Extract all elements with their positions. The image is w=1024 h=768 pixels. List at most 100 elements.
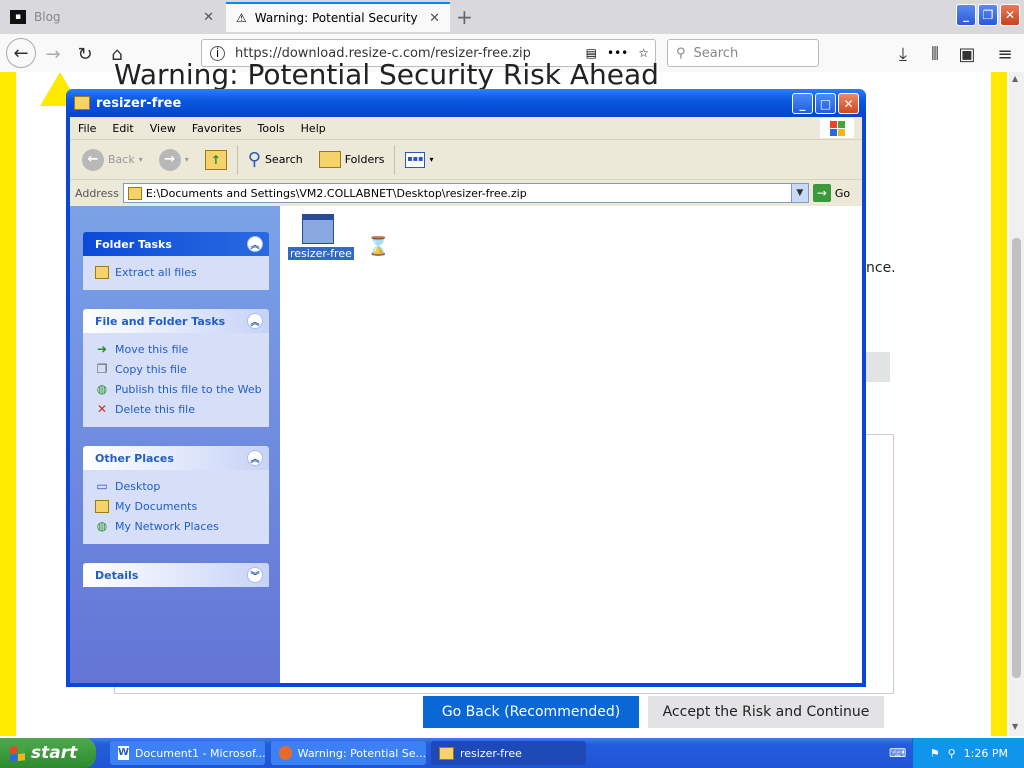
- go-button[interactable]: → Go: [812, 184, 850, 202]
- folders-button[interactable]: Folders: [313, 145, 391, 175]
- page-text-fragment: nce.: [866, 260, 896, 276]
- up-folder-button[interactable]: ↑: [199, 145, 233, 175]
- task-label: Publish this file to the Web: [115, 382, 262, 396]
- clock[interactable]: 1:26 PM: [964, 747, 1008, 760]
- task-copy-file[interactable]: ❐ Copy this file: [95, 359, 269, 379]
- panel-title: Folder Tasks: [95, 237, 172, 251]
- task-move-file[interactable]: ➜ Move this file: [95, 339, 269, 359]
- folder-tasks-header[interactable]: Folder Tasks ︽: [83, 232, 269, 256]
- tab-blog[interactable]: ▪ Blog ✕: [0, 2, 224, 32]
- minimize-button[interactable]: _: [956, 4, 976, 26]
- restore-button[interactable]: ❐: [978, 4, 998, 26]
- collapse-chevron-icon[interactable]: ︽: [247, 450, 263, 466]
- search-tray-icon[interactable]: ⚲: [948, 747, 956, 760]
- task-delete-file[interactable]: ✕ Delete this file: [95, 399, 269, 419]
- menu-edit[interactable]: Edit: [104, 122, 141, 135]
- page-scrollbar[interactable]: ▲ ▼: [1009, 72, 1024, 736]
- windows-logo-icon: [820, 118, 854, 138]
- place-label: My Documents: [115, 499, 198, 513]
- search-placeholder: Search: [693, 45, 739, 61]
- forward-button[interactable]: → ▾: [153, 145, 195, 175]
- page-title: Warning: Potential Security Risk Ahead: [114, 58, 659, 91]
- menu-tools[interactable]: Tools: [250, 122, 293, 135]
- browser-tab-strip: ▪ Blog ✕ ⚠ Warning: Potential Security R…: [0, 0, 1024, 34]
- advanced-panel-edge: [866, 352, 890, 382]
- go-back-button[interactable]: Go Back (Recommended): [423, 696, 639, 728]
- explorer-minimize-button[interactable]: _: [792, 93, 813, 114]
- details-header[interactable]: Details ︾: [83, 563, 269, 587]
- address-label: Address: [75, 186, 119, 200]
- menu-button[interactable]: ≡: [992, 42, 1018, 66]
- busy-cursor-icon: ⌛: [367, 236, 390, 257]
- network-places-icon: ◍: [96, 519, 108, 533]
- close-tab-icon[interactable]: ✕: [203, 10, 214, 25]
- network-icon[interactable]: ⚑: [930, 747, 940, 760]
- windows-flag-icon: [10, 744, 25, 762]
- other-places-header[interactable]: Other Places ︽: [83, 446, 269, 470]
- task-resizer-free[interactable]: resizer-free: [431, 741, 586, 765]
- menu-view[interactable]: View: [142, 122, 184, 135]
- reload-button[interactable]: ↻: [72, 42, 98, 66]
- warning-stripe-left: [0, 72, 16, 736]
- tab-warning[interactable]: ⚠ Warning: Potential Security Risk Ahead…: [226, 2, 450, 32]
- other-places-panel: Other Places ︽ ▭ Desktop My Documents ◍ …: [83, 446, 269, 544]
- close-tab-icon[interactable]: ✕: [429, 11, 440, 26]
- task-extract-all[interactable]: Extract all files: [95, 262, 269, 282]
- sidebar-icon: ▣: [958, 43, 976, 65]
- views-grid-icon: ▪▪▪: [405, 151, 426, 168]
- collapse-chevron-icon[interactable]: ︽: [247, 236, 263, 252]
- forward-arrow-icon: →: [158, 148, 181, 171]
- plus-icon: +: [456, 5, 473, 29]
- menu-favorites[interactable]: Favorites: [184, 122, 250, 135]
- back-button[interactable]: ← Back ▾: [76, 145, 149, 175]
- task-label: Copy this file: [115, 362, 187, 376]
- file-name-label[interactable]: resizer-free: [288, 247, 354, 260]
- panel-title: File and Folder Tasks: [95, 314, 226, 328]
- search-field[interactable]: ⚲ Search: [667, 39, 819, 67]
- forward-button[interactable]: →: [40, 42, 66, 66]
- search-label: Search: [264, 153, 303, 166]
- scrollbar-thumb[interactable]: [1012, 238, 1021, 678]
- keyboard-icon[interactable]: ⌨: [889, 746, 906, 760]
- place-my-network[interactable]: ◍ My Network Places: [95, 516, 269, 536]
- collapse-chevron-icon[interactable]: ︽: [247, 313, 263, 329]
- scroll-up-icon[interactable]: ▲: [1012, 74, 1018, 83]
- address-dropdown-button[interactable]: ▼: [790, 184, 808, 202]
- place-desktop[interactable]: ▭ Desktop: [95, 476, 269, 496]
- scroll-down-icon[interactable]: ▼: [1012, 722, 1018, 731]
- views-button[interactable]: ▪▪▪ ▾: [399, 145, 439, 175]
- file-view: resizer-free ⌛: [280, 206, 862, 683]
- new-tab-button[interactable]: +: [456, 5, 473, 29]
- place-my-documents[interactable]: My Documents: [95, 496, 269, 516]
- file-folder-tasks-header[interactable]: File and Folder Tasks ︽: [83, 309, 269, 333]
- library-button[interactable]: ⫴: [922, 42, 948, 66]
- accept-risk-button[interactable]: Accept the Risk and Continue: [648, 696, 884, 728]
- downloads-button[interactable]: ⤓: [890, 42, 916, 66]
- task-label: Warning: Potential Se...: [297, 746, 426, 760]
- window-file-icon[interactable]: [302, 214, 334, 244]
- task-label: Move this file: [115, 342, 189, 356]
- explorer-maximize-button[interactable]: □: [815, 93, 836, 114]
- address-value[interactable]: E:\Documents and Settings\VM2.COLLABNET\…: [146, 187, 787, 200]
- start-button[interactable]: start: [0, 738, 96, 768]
- explorer-close-button[interactable]: ✕: [838, 93, 859, 114]
- tab-label: Blog: [34, 10, 61, 24]
- explorer-titlebar[interactable]: resizer-free: [66, 89, 866, 117]
- search-button[interactable]: ⚲ Search: [242, 145, 309, 175]
- expand-chevron-icon[interactable]: ︾: [247, 567, 263, 583]
- close-button[interactable]: ✕: [1000, 4, 1020, 26]
- go-arrow-icon: →: [812, 184, 831, 202]
- other-places-body: ▭ Desktop My Documents ◍ My Network Plac…: [83, 470, 269, 544]
- menu-help[interactable]: Help: [293, 122, 334, 135]
- menu-file[interactable]: File: [70, 122, 104, 135]
- task-publish-web[interactable]: ◍ Publish this file to the Web: [95, 379, 269, 399]
- task-document1[interactable]: W Document1 - Microsof...: [110, 741, 265, 765]
- back-button[interactable]: ←: [6, 38, 36, 68]
- back-arrow-icon: ←: [82, 148, 104, 171]
- dropdown-arrow-icon: ▾: [429, 155, 434, 164]
- sidebar-button[interactable]: ▣: [954, 42, 980, 66]
- address-field[interactable]: E:\Documents and Settings\VM2.COLLABNET\…: [122, 183, 809, 203]
- desktop-icon: ▭: [96, 479, 108, 493]
- terminal-icon: ▪: [10, 10, 26, 24]
- task-firefox[interactable]: Warning: Potential Se...: [271, 741, 426, 765]
